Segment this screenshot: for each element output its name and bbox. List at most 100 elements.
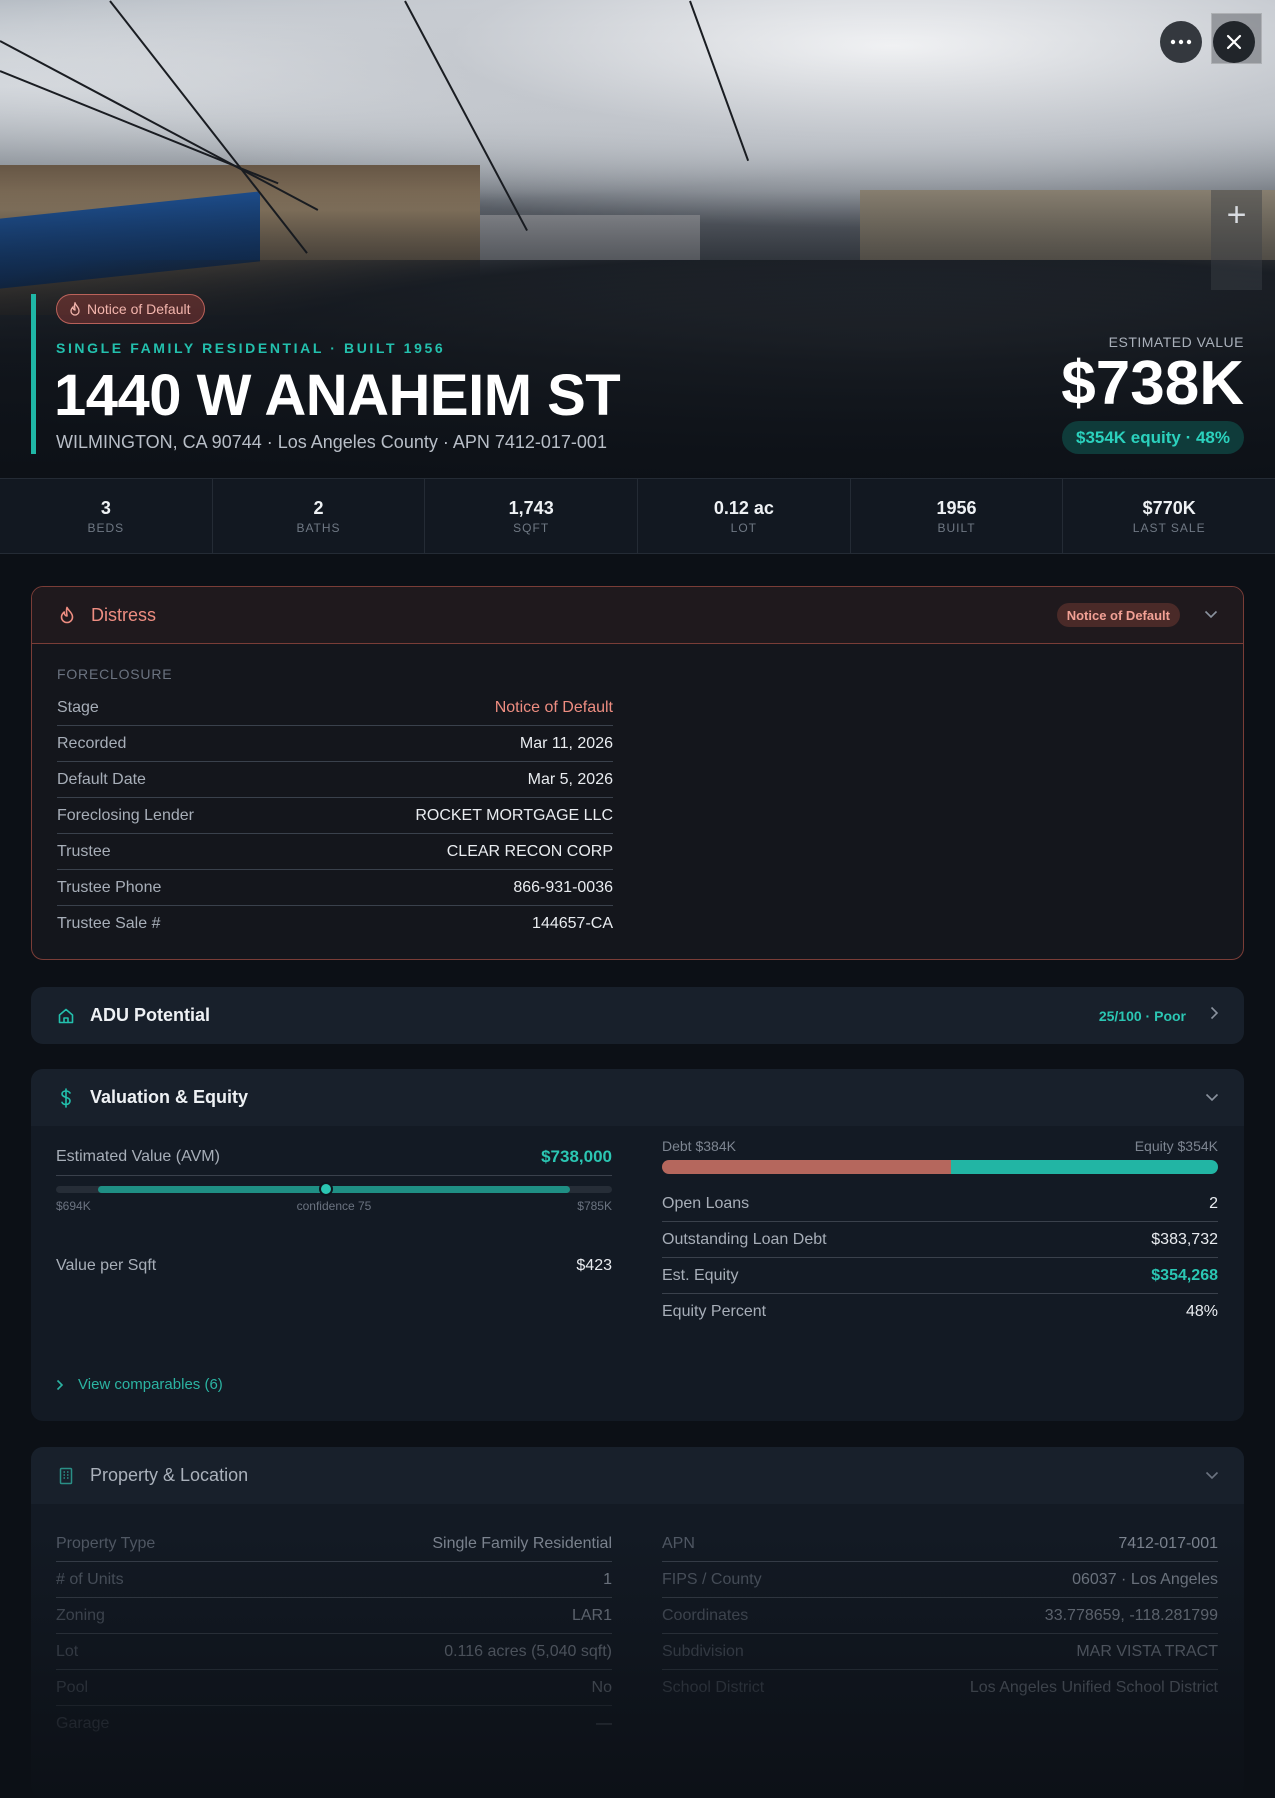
kv-key: Recorded (57, 734, 127, 752)
adu-card[interactable]: ADU Potential 25/100 · Poor (31, 987, 1244, 1044)
kv-value: $354,268 (1151, 1266, 1218, 1284)
building-icon (56, 1466, 76, 1486)
kv-key: Property Type (56, 1534, 156, 1552)
kv-row: # of Units 1 (56, 1562, 612, 1598)
kv-row: Recorded Mar 11, 2026 (57, 726, 613, 762)
zoom-in-button[interactable]: + (1211, 190, 1262, 290)
kv-row: Est. Equity $354,268 (662, 1258, 1218, 1294)
kv-key: # of Units (56, 1570, 124, 1588)
stat-value: 1956 (936, 497, 977, 518)
kv-value: MAR VISTA TRACT (1076, 1642, 1218, 1660)
property-body: Property Type Single Family Residential #… (31, 1504, 1244, 1798)
property-card-header[interactable]: Property & Location (31, 1447, 1244, 1504)
kv-key: School District (662, 1679, 765, 1696)
kv-row: Outstanding Loan Debt $383,732 (662, 1222, 1218, 1258)
kv-row: FIPS / County 06037 · Los Angeles (662, 1562, 1218, 1598)
chevron-down-icon[interactable] (1204, 606, 1218, 624)
kv-value: 1 (603, 1570, 612, 1588)
range-confidence-label: confidence 75 (296, 1199, 372, 1213)
stat-built: 1956 BUILT (851, 479, 1064, 553)
kv-value: 7412-017-001 (1118, 1534, 1218, 1552)
view-comparables-link[interactable]: View comparables (6) (56, 1376, 223, 1393)
distress-status-pill: Notice of Default (56, 294, 205, 324)
kv-value: Notice of Default (494, 698, 613, 716)
foreclosure-section-label: FORECLOSURE (57, 666, 173, 682)
debt-segment (662, 1160, 952, 1174)
kv-row: Open Loans 2 (662, 1186, 1218, 1222)
kv-key: Outstanding Loan Debt (662, 1230, 827, 1248)
distress-badge: Notice of Default (1056, 603, 1180, 627)
property-subtitle: SINGLE FAMILY RESIDENTIAL · BUILT 1956 (56, 340, 446, 356)
property-title: 1440 W ANAHEIM ST (54, 363, 621, 428)
kv-key: Zoning (56, 1606, 105, 1624)
property-left-list: Property Type Single Family Residential #… (56, 1526, 612, 1742)
value-per-sqft-row: Value per Sqft $423 (56, 1251, 612, 1281)
kv-row: Pool No (56, 1670, 612, 1706)
kv-key: Garage (56, 1715, 110, 1732)
kv-value: 0.116 acres (5,040 sqft) (444, 1642, 612, 1660)
equity-list: Open Loans 2 Outstanding Loan Debt $383,73… (662, 1186, 1218, 1330)
dollar-icon (56, 1087, 76, 1108)
kv-key: Est. Equity (662, 1266, 739, 1284)
stat-sqft: 1,743 SQFT (425, 479, 639, 553)
stat-value: 2 (313, 497, 324, 518)
kv-value: 33.778659, -118.281799 (1044, 1606, 1218, 1624)
chevron-down-icon[interactable] (1205, 1089, 1219, 1107)
kv-row: Lot 0.116 acres (5,040 sqft) (56, 1634, 612, 1670)
stat-lot: 0.12 ac LOT (638, 479, 851, 553)
debt-equity-bar (662, 1160, 1218, 1174)
equity-pill: $354K equity · 48% (1061, 421, 1244, 454)
kv-key: Foreclosing Lender (57, 806, 194, 824)
flame-icon (70, 302, 80, 316)
range-low-label: $694K (56, 1199, 91, 1213)
valuation-card-title: Valuation & Equity (90, 1087, 249, 1107)
avm-panel: Estimated Value (AVM) $738,000 $694K con… (56, 1138, 612, 1281)
valuation-card-header[interactable]: Valuation & Equity (31, 1069, 1244, 1126)
valuation-card: Valuation & Equity Estimated Value (AVM)… (31, 1069, 1244, 1421)
kv-value: Single Family Residential (432, 1534, 612, 1552)
property-address: WILMINGTON, CA 90744 · Los Angeles Count… (56, 432, 607, 452)
adu-card-title: ADU Potential (90, 1005, 211, 1025)
view-comparables-label: View comparables (6) (78, 1376, 223, 1393)
home-icon (56, 1006, 76, 1026)
kv-value: 2 (1209, 1194, 1218, 1212)
stat-value: 1,743 (508, 497, 554, 518)
kv-row: Equity Percent 48% (662, 1294, 1218, 1330)
close-icon (1226, 34, 1242, 50)
avm-range-track (56, 1182, 612, 1196)
adu-card-header[interactable]: ADU Potential 25/100 · Poor (31, 987, 1244, 1044)
valuation-body: Estimated Value (AVM) $738,000 $694K con… (31, 1126, 1244, 1421)
distress-card-title: Distress (91, 604, 157, 625)
chevron-right-icon (56, 1379, 64, 1390)
stat-value: 0.12 ac (713, 497, 774, 518)
vps-value: $423 (576, 1257, 612, 1274)
stat-label: SQFT (513, 520, 550, 535)
debt-equity-labels: Debt $384K Equity $354K (662, 1138, 1218, 1154)
kv-key: Trustee Sale # (57, 915, 161, 932)
adu-score: 25/100 · Poor (1098, 1007, 1186, 1024)
avm-range-fill (98, 1186, 570, 1193)
kv-row: Stage Notice of Default (57, 690, 613, 726)
kv-value: 144657-CA (532, 915, 613, 932)
estimated-value: $738K (1061, 349, 1244, 418)
stat-label: BUILT (937, 520, 976, 535)
kv-row: Zoning LAR1 (56, 1598, 612, 1634)
more-button[interactable] (1160, 21, 1202, 63)
kv-row: Trustee CLEAR RECON CORP (57, 834, 613, 870)
kv-key: Trustee Phone (57, 878, 162, 896)
kv-row: APN 7412-017-001 (662, 1526, 1218, 1562)
avm-value: $738,000 (541, 1146, 612, 1166)
chevron-down-icon[interactable] (1205, 1467, 1219, 1485)
kv-row: Garage — (56, 1706, 612, 1742)
distress-pill-label: Notice of Default (87, 301, 191, 317)
equity-label: Equity $354K (1134, 1138, 1218, 1154)
kv-row: Trustee Phone 866-931-0036 (57, 870, 613, 906)
kv-key: Pool (56, 1678, 89, 1696)
distress-card-header[interactable]: Distress Notice of Default (32, 587, 1243, 644)
debt-label: Debt $384K (662, 1138, 736, 1154)
close-button[interactable] (1213, 21, 1255, 63)
kv-value: Mar 11, 2026 (519, 734, 613, 752)
chevron-right-icon[interactable] (1210, 1006, 1219, 1025)
kv-value: — (596, 1715, 612, 1732)
kv-value[interactable]: 866-931-0036 (513, 879, 613, 897)
